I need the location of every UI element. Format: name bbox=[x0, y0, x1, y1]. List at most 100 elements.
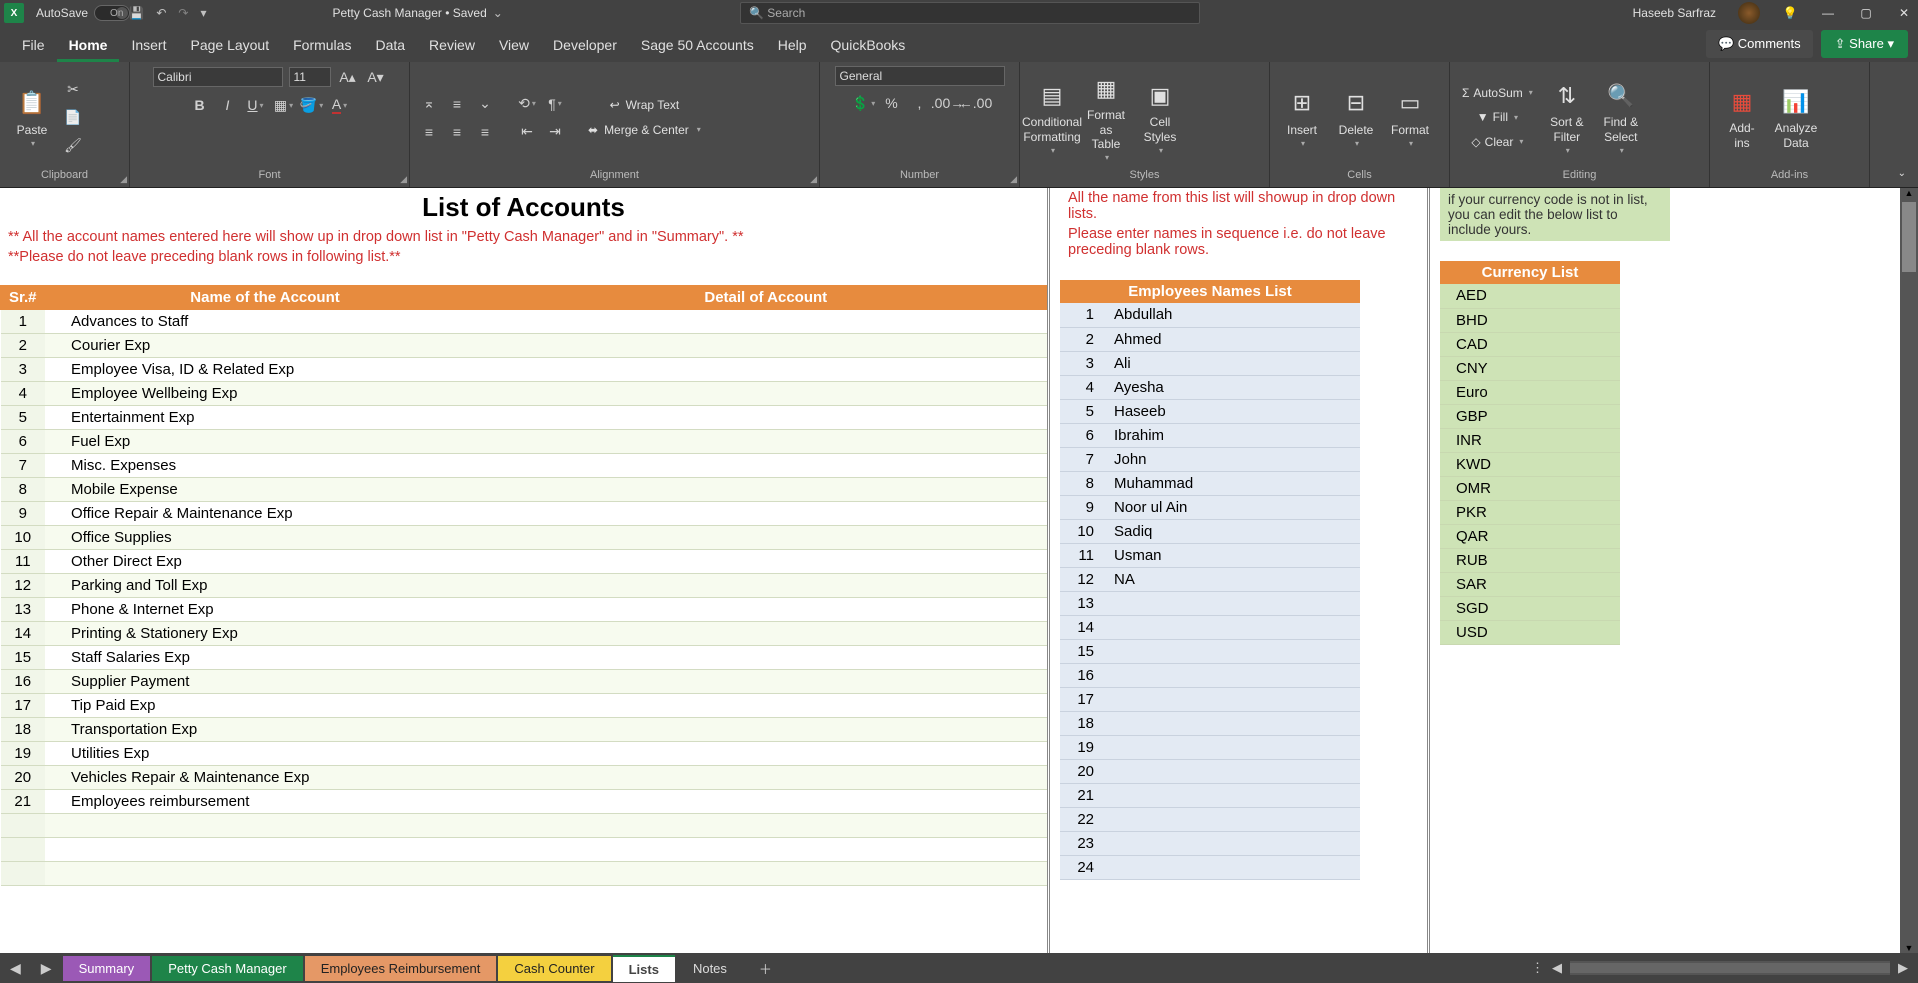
table-row[interactable]: INR bbox=[1440, 428, 1620, 452]
table-row[interactable]: CNY bbox=[1440, 356, 1620, 380]
table-row[interactable]: 4Ayesha bbox=[1060, 375, 1360, 399]
add-sheet-button[interactable]: ＋ bbox=[745, 955, 786, 982]
find-select-button[interactable]: 🔍Find & Select▾ bbox=[1597, 77, 1645, 157]
align-left-icon[interactable]: ≡ bbox=[418, 121, 440, 143]
document-title[interactable]: Petty Cash Manager • Saved bbox=[333, 6, 487, 20]
redo-icon[interactable]: ↷ bbox=[178, 6, 188, 20]
collapse-ribbon-icon[interactable]: ⌄ bbox=[1898, 168, 1906, 179]
increase-indent-icon[interactable]: ⇥ bbox=[544, 121, 566, 143]
table-row[interactable]: BHD bbox=[1440, 308, 1620, 332]
table-row[interactable]: 12NA bbox=[1060, 567, 1360, 591]
increase-font-icon[interactable]: A▴ bbox=[337, 66, 359, 88]
table-row[interactable]: 6Ibrahim bbox=[1060, 423, 1360, 447]
table-row[interactable]: 17Tip Paid Exp bbox=[1, 694, 1047, 718]
percent-icon[interactable]: % bbox=[881, 92, 903, 114]
hint-icon[interactable]: 💡 bbox=[1782, 6, 1798, 20]
accounting-format-icon[interactable]: 💲▾ bbox=[853, 92, 875, 114]
table-row[interactable]: SAR bbox=[1440, 572, 1620, 596]
table-row[interactable]: CAD bbox=[1440, 332, 1620, 356]
table-row[interactable]: 10Sadiq bbox=[1060, 519, 1360, 543]
font-color-icon[interactable]: A▾ bbox=[329, 94, 351, 116]
table-row[interactable]: 1Abdullah bbox=[1060, 303, 1360, 327]
table-row[interactable]: 10Office Supplies bbox=[1, 526, 1047, 550]
increase-decimal-icon[interactable]: .00→ bbox=[937, 92, 959, 114]
table-row[interactable]: 7Misc. Expenses bbox=[1, 454, 1047, 478]
align-center-icon[interactable]: ≡ bbox=[446, 121, 468, 143]
alignment-dialog-icon[interactable]: ◢ bbox=[810, 174, 817, 185]
comma-icon[interactable]: , bbox=[909, 92, 931, 114]
table-row[interactable]: 13 bbox=[1060, 591, 1360, 615]
fill-button[interactable]: ▼Fill▾ bbox=[1458, 108, 1537, 126]
table-row[interactable]: 20 bbox=[1060, 759, 1360, 783]
table-row[interactable]: OMR bbox=[1440, 476, 1620, 500]
table-row[interactable]: 15 bbox=[1060, 639, 1360, 663]
table-row[interactable]: KWD bbox=[1440, 452, 1620, 476]
table-row[interactable]: 18 bbox=[1060, 711, 1360, 735]
table-row[interactable]: 19 bbox=[1060, 735, 1360, 759]
table-row[interactable]: 21Employees reimbursement bbox=[1, 790, 1047, 814]
tab-nav-next[interactable]: ▶ bbox=[31, 960, 62, 977]
table-row[interactable]: 2Courier Exp bbox=[1, 334, 1047, 358]
table-row[interactable]: SGD bbox=[1440, 596, 1620, 620]
delete-cells-button[interactable]: ⊟Delete▾ bbox=[1332, 85, 1380, 151]
table-row[interactable] bbox=[1, 862, 1047, 886]
tab-options-icon[interactable]: ⋮ bbox=[1531, 960, 1544, 976]
sheet-tab-lists[interactable]: Lists bbox=[613, 955, 675, 982]
conditional-formatting-button[interactable]: ▤ Conditional Formatting▾ bbox=[1028, 77, 1076, 157]
sheet-tab-notes[interactable]: Notes bbox=[677, 956, 743, 981]
table-row[interactable]: 9Noor ul Ain bbox=[1060, 495, 1360, 519]
insert-cells-button[interactable]: ⊞Insert▾ bbox=[1278, 85, 1326, 151]
horizontal-scrollbar[interactable] bbox=[1570, 961, 1890, 975]
vertical-scrollbar[interactable]: ▲ ▼ bbox=[1900, 188, 1918, 953]
qat-customize-icon[interactable]: ▾ bbox=[200, 6, 206, 20]
italic-icon[interactable]: I bbox=[217, 94, 239, 116]
table-row[interactable]: USD bbox=[1440, 620, 1620, 644]
format-cells-button[interactable]: ▭Format▾ bbox=[1386, 85, 1434, 151]
table-row[interactable]: 11Usman bbox=[1060, 543, 1360, 567]
table-row[interactable]: 16 bbox=[1060, 663, 1360, 687]
font-size-input[interactable] bbox=[289, 67, 331, 87]
format-as-table-button[interactable]: ▦ Format as Table▾ bbox=[1082, 70, 1130, 165]
ribbon-tab-help[interactable]: Help bbox=[766, 31, 819, 62]
table-row[interactable]: 5Haseeb bbox=[1060, 399, 1360, 423]
decrease-indent-icon[interactable]: ⇤ bbox=[516, 121, 538, 143]
table-row[interactable]: 12Parking and Toll Exp bbox=[1, 574, 1047, 598]
ribbon-tab-formulas[interactable]: Formulas bbox=[281, 31, 363, 62]
table-row[interactable]: 24 bbox=[1060, 855, 1360, 879]
sort-filter-button[interactable]: ⇅Sort & Filter▾ bbox=[1543, 77, 1591, 157]
table-row[interactable]: GBP bbox=[1440, 404, 1620, 428]
search-box[interactable]: 🔍 Search bbox=[740, 2, 1200, 24]
autosum-button[interactable]: ΣAutoSum▾ bbox=[1458, 84, 1537, 102]
table-row[interactable] bbox=[1, 838, 1047, 862]
undo-icon[interactable]: ↶ bbox=[156, 6, 166, 20]
ribbon-tab-quickbooks[interactable]: QuickBooks bbox=[819, 31, 918, 62]
clipboard-dialog-icon[interactable]: ◢ bbox=[120, 174, 127, 185]
format-painter-icon[interactable]: 🖌 bbox=[62, 135, 84, 157]
addins-button[interactable]: ▦Add-ins bbox=[1718, 83, 1766, 152]
align-bottom-icon[interactable]: ⌄ bbox=[474, 93, 496, 115]
number-format-select[interactable] bbox=[835, 66, 1005, 86]
maximize-icon[interactable]: ▢ bbox=[1858, 6, 1874, 20]
comments-button[interactable]: 💬 Comments bbox=[1706, 30, 1813, 58]
underline-icon[interactable]: U▾ bbox=[245, 94, 267, 116]
table-row[interactable]: 6Fuel Exp bbox=[1, 430, 1047, 454]
minimize-icon[interactable]: — bbox=[1820, 6, 1836, 20]
sheet-tab-reimbursement[interactable]: Employees Reimbursement bbox=[305, 956, 497, 981]
ribbon-tab-insert[interactable]: Insert bbox=[119, 31, 178, 62]
align-top-icon[interactable]: ⌅ bbox=[418, 93, 440, 115]
ribbon-tab-data[interactable]: Data bbox=[363, 31, 417, 62]
close-icon[interactable]: ✕ bbox=[1896, 6, 1912, 20]
table-row[interactable]: 18Transportation Exp bbox=[1, 718, 1047, 742]
direction-icon[interactable]: ¶▾ bbox=[544, 93, 566, 115]
font-dialog-icon[interactable]: ◢ bbox=[400, 174, 407, 185]
save-icon[interactable]: 💾 bbox=[129, 6, 144, 20]
fill-color-icon[interactable]: 🪣▾ bbox=[301, 94, 323, 116]
table-row[interactable]: Euro bbox=[1440, 380, 1620, 404]
clear-button[interactable]: ◇Clear▾ bbox=[1458, 133, 1537, 151]
wrap-text-button[interactable]: ↩Wrap Text bbox=[584, 96, 705, 114]
table-row[interactable]: 5Entertainment Exp bbox=[1, 406, 1047, 430]
table-row[interactable]: 19Utilities Exp bbox=[1, 742, 1047, 766]
ribbon-tab-review[interactable]: Review bbox=[417, 31, 487, 62]
border-icon[interactable]: ▦▾ bbox=[273, 94, 295, 116]
table-row[interactable]: 8Mobile Expense bbox=[1, 478, 1047, 502]
